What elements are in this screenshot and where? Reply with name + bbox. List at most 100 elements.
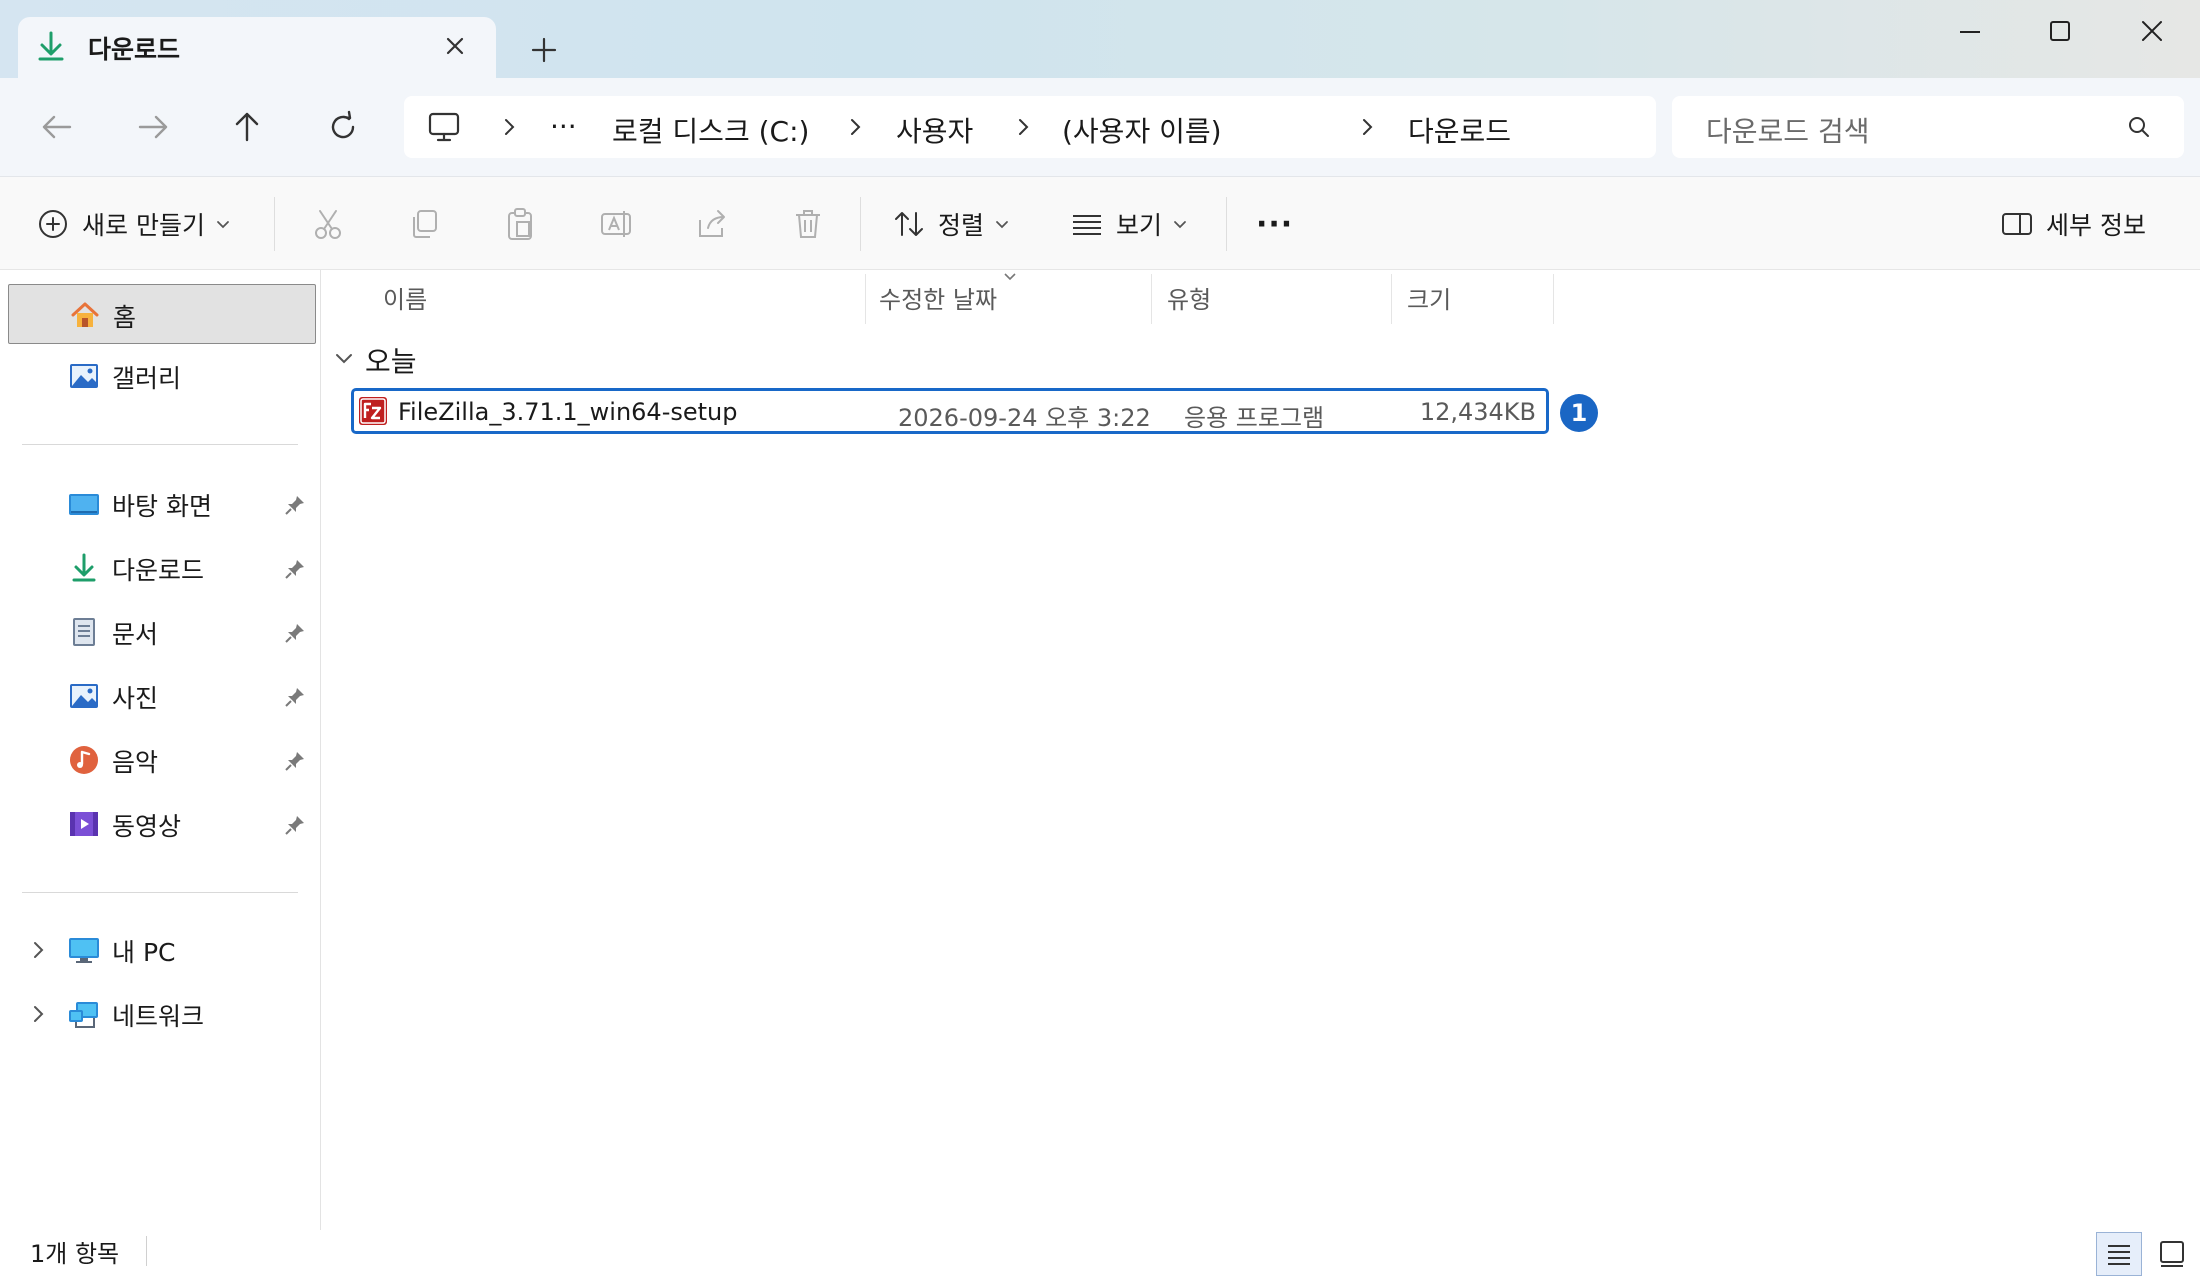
close-icon[interactable] — [2122, 10, 2182, 54]
share-icon[interactable] — [694, 201, 730, 247]
chevron-right-icon[interactable] — [26, 938, 50, 962]
search-placeholder[interactable]: 다운로드 검색 — [1706, 110, 1869, 150]
pin-icon[interactable] — [284, 686, 306, 708]
sidebar-item-documents[interactable]: 문서 — [8, 602, 314, 660]
pin-icon[interactable] — [284, 750, 306, 772]
tab-close-icon[interactable] — [438, 29, 472, 63]
more-options-button[interactable]: ··· — [1256, 201, 1293, 247]
document-icon — [68, 616, 100, 648]
rename-icon[interactable] — [598, 201, 634, 247]
sidebar-item-pictures[interactable]: 사진 — [8, 666, 314, 724]
file-name[interactable]: FileZilla_3.71.1_win64-setup — [398, 398, 737, 426]
paste-icon[interactable] — [502, 201, 538, 247]
search-icon[interactable] — [2124, 112, 2154, 142]
sort-chevron-icon — [1001, 270, 1019, 284]
computer-icon — [426, 110, 462, 144]
sidebar-item-home[interactable]: 홈 — [8, 284, 316, 344]
view-button[interactable]: 보기 — [1070, 201, 1190, 247]
group-header-today[interactable]: 오늘 — [365, 340, 417, 380]
breadcrumb-local-disk[interactable]: 로컬 디스크 (C:) — [612, 110, 809, 150]
plus-circle-icon — [39, 210, 67, 238]
chevron-down-icon — [1174, 221, 1186, 229]
details-pane-button[interactable]: 세부 정보 — [2000, 201, 2146, 247]
breadcrumb-users[interactable]: 사용자 — [896, 110, 973, 150]
column-header-size[interactable]: 크기 — [1407, 280, 1451, 315]
item-count: 1개 항목 — [30, 1240, 120, 1268]
sidebar-divider — [22, 444, 298, 445]
network-icon — [68, 998, 100, 1030]
sidebar-item-label: 네트워크 — [112, 1002, 205, 1031]
file-modified-date: 2026-09-24 오후 3:22 — [898, 404, 1151, 432]
table-row[interactable]: FileZilla_3.71.1_win64-setup 2026-09-24 … — [351, 388, 1549, 434]
sidebar-item-label: 홈 — [113, 303, 137, 332]
address-bar[interactable]: ··· 로컬 디스크 (C:) 사용자 (사용자 이름) 다운로드 — [404, 96, 1656, 158]
sort-button[interactable]: 정렬 — [892, 201, 1012, 247]
new-tab-plus-icon[interactable] — [524, 30, 564, 70]
pin-icon[interactable] — [284, 494, 306, 516]
column-divider[interactable] — [865, 274, 866, 324]
details-pane-icon — [2002, 213, 2032, 235]
breadcrumb-chevron-icon — [1010, 114, 1036, 140]
group-collapse-chevron-icon[interactable] — [333, 348, 355, 370]
video-icon — [68, 808, 100, 840]
file-list: 이름 수정한 날짜 유형 크기 오늘 FileZilla_3.71.1_win6… — [321, 270, 2200, 1230]
column-divider[interactable] — [1391, 274, 1392, 324]
view-button-label: 보기 — [1116, 211, 1163, 240]
column-divider[interactable] — [1151, 274, 1152, 324]
toolbar-divider — [860, 197, 861, 251]
new-button[interactable]: 새로 만들기 — [36, 201, 233, 247]
navigation-bar: ··· 로컬 디스크 (C:) 사용자 (사용자 이름) 다운로드 다운로드 검… — [0, 78, 2200, 177]
large-icons-view-icon[interactable] — [2150, 1232, 2194, 1276]
file-type: 응용 프로그램 — [1184, 404, 1325, 432]
tab-downloads[interactable]: 다운로드 — [18, 17, 496, 78]
minimize-icon[interactable] — [1940, 10, 2000, 54]
sidebar-divider — [22, 892, 298, 893]
refresh-icon[interactable] — [320, 104, 366, 150]
column-divider[interactable] — [1553, 274, 1554, 324]
toolbar-divider — [1226, 197, 1227, 251]
sidebar-item-videos[interactable]: 동영상 — [8, 794, 314, 852]
maximize-icon[interactable] — [2030, 10, 2090, 54]
sidebar-item-label: 음악 — [112, 748, 159, 777]
view-list-icon — [1073, 215, 1101, 235]
breadcrumb-downloads[interactable]: 다운로드 — [1408, 110, 1511, 150]
delete-icon[interactable] — [790, 201, 826, 247]
forward-arrow-icon[interactable] — [130, 104, 176, 150]
sidebar-item-music[interactable]: 음악 — [8, 730, 314, 788]
chevron-down-icon — [996, 221, 1008, 229]
back-arrow-icon[interactable] — [34, 104, 80, 150]
pin-icon[interactable] — [284, 814, 306, 836]
sidebar-item-downloads[interactable]: 다운로드 — [8, 538, 314, 596]
sidebar-item-gallery[interactable]: 갤러리 — [8, 346, 314, 404]
breadcrumb-username[interactable]: (사용자 이름) — [1062, 110, 1222, 150]
copy-icon[interactable] — [406, 201, 442, 247]
more-options-icon: ··· — [1256, 206, 1294, 242]
column-header-type[interactable]: 유형 — [1167, 280, 1211, 315]
music-icon — [68, 744, 100, 776]
home-icon — [69, 299, 101, 331]
sidebar-item-desktop[interactable]: 바탕 화면 — [8, 474, 314, 532]
column-header-modified[interactable]: 수정한 날짜 — [879, 280, 997, 315]
pin-icon[interactable] — [284, 558, 306, 580]
toolbar-divider — [274, 197, 275, 251]
pictures-icon — [68, 680, 100, 712]
cut-icon[interactable] — [310, 201, 346, 247]
pin-icon[interactable] — [284, 622, 306, 644]
sort-button-label: 정렬 — [938, 211, 985, 240]
sidebar-item-this-pc[interactable]: 내 PC — [8, 920, 314, 978]
tab-title: 다운로드 — [88, 35, 181, 64]
breadcrumb-overflow[interactable]: ··· — [550, 110, 577, 143]
details-pane-label: 세부 정보 — [2046, 211, 2146, 240]
up-arrow-icon[interactable] — [224, 104, 270, 150]
sidebar-item-network[interactable]: 네트워크 — [8, 984, 314, 1042]
chevron-right-icon[interactable] — [26, 1002, 50, 1026]
status-divider — [146, 1236, 147, 1266]
sidebar-item-label: 동영상 — [112, 812, 182, 841]
search-box[interactable]: 다운로드 검색 — [1672, 96, 2184, 158]
title-bar: 다운로드 — [0, 0, 2200, 78]
sidebar-item-label: 갤러리 — [112, 364, 182, 393]
column-header-name[interactable]: 이름 — [383, 280, 427, 315]
breadcrumb-chevron-icon — [496, 114, 522, 140]
file-size: 12,434KB — [1419, 398, 1536, 426]
details-view-icon[interactable] — [2096, 1232, 2142, 1276]
